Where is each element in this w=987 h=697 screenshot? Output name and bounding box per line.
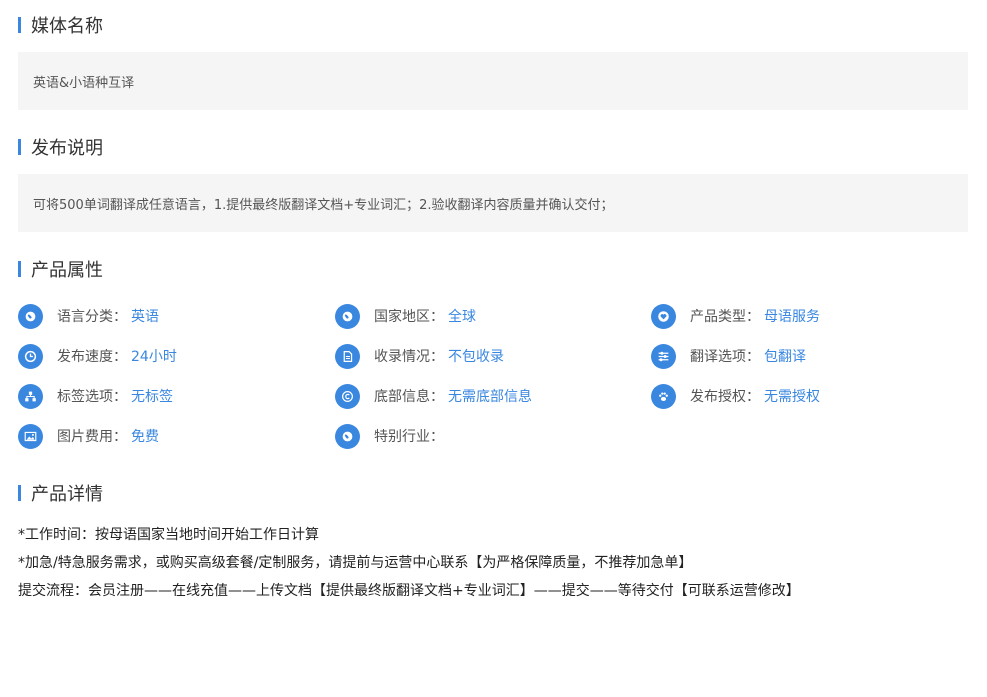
attr-label: 标签选项： [57,389,127,405]
section-title-media-name: 媒体名称 [18,14,103,37]
attr-value: 母语服务 [764,309,820,325]
attr-product-type: 产品类型： 母语服务 [651,303,820,329]
title-accent-bar [18,139,21,155]
media-name-box: 英语&小语种互译 [18,52,968,110]
attr-language: 语言分类： 英语 [18,303,159,329]
copyright-icon [335,383,360,409]
attr-label: 图片费用： [57,429,127,445]
detail-line: *工作时间：按母语国家当地时间开始工作日计算 [18,527,319,543]
attr-label: 语言分类： [57,309,127,325]
heart-icon [651,303,676,329]
attr-label: 发布速度： [57,349,127,365]
section-title-text: 发布说明 [31,138,103,159]
globe-icon [18,303,43,329]
sitemap-icon [18,383,43,409]
attr-value: 全球 [448,309,476,325]
section-title-publish-desc: 发布说明 [18,136,103,159]
title-accent-bar [18,17,21,33]
attr-value: 包翻译 [764,349,806,365]
attr-value: 不包收录 [448,349,504,365]
attr-label: 国家地区： [374,309,444,325]
attr-value: 无标签 [131,389,173,405]
section-title-text: 产品详情 [31,484,103,505]
image-icon [18,423,43,449]
attr-speed: 发布速度： 24小时 [18,343,177,369]
attr-footer-info: 底部信息： 无需底部信息 [335,383,532,409]
attr-label: 发布授权： [690,389,760,405]
clock-icon [18,343,43,369]
title-accent-bar [18,485,21,501]
section-title-text: 产品属性 [31,260,103,281]
publish-desc-value: 可将500单词翻译成任意语言，1.提供最终版翻译文档+专业词汇；2.验收翻译内容… [33,197,614,213]
attr-authorization: 发布授权： 无需授权 [651,383,820,409]
media-name-value: 英语&小语种互译 [33,75,135,91]
document-icon [335,343,360,369]
attr-value: 24小时 [131,349,177,365]
attr-value: 无需授权 [764,389,820,405]
section-title-attributes: 产品属性 [18,258,103,281]
attr-value: 无需底部信息 [448,389,532,405]
attr-region: 国家地区： 全球 [335,303,476,329]
paw-icon [651,383,676,409]
attr-special-industry: 特别行业： [335,423,448,449]
attr-label: 收录情况： [374,349,444,365]
attr-value: 免费 [131,429,159,445]
attr-image-fee: 图片费用： 免费 [18,423,159,449]
section-title-details: 产品详情 [18,482,103,505]
title-accent-bar [18,261,21,277]
details-list: *工作时间：按母语国家当地时间开始工作日计算 *加急/特急服务需求，或购买高级套… [18,524,800,608]
attr-translation: 翻译选项： 包翻译 [651,343,806,369]
attr-label: 产品类型： [690,309,760,325]
globe-icon [335,303,360,329]
attr-value: 英语 [131,309,159,325]
detail-line: *加急/特急服务需求，或购买高级套餐/定制服务，请提前与运营中心联系【为严格保障… [18,555,693,571]
attr-label: 翻译选项： [690,349,760,365]
detail-line: 提交流程：会员注册——在线充值——上传文档【提供最终版翻译文档+专业词汇】——提… [18,583,800,599]
publish-desc-box: 可将500单词翻译成任意语言，1.提供最终版翻译文档+专业词汇；2.验收翻译内容… [18,174,968,232]
section-title-text: 媒体名称 [31,16,103,37]
sliders-icon [651,343,676,369]
globe-icon [335,423,360,449]
attr-indexing: 收录情况： 不包收录 [335,343,504,369]
attr-label: 特别行业： [374,429,444,445]
attr-tags: 标签选项： 无标签 [18,383,173,409]
attr-label: 底部信息： [374,389,444,405]
